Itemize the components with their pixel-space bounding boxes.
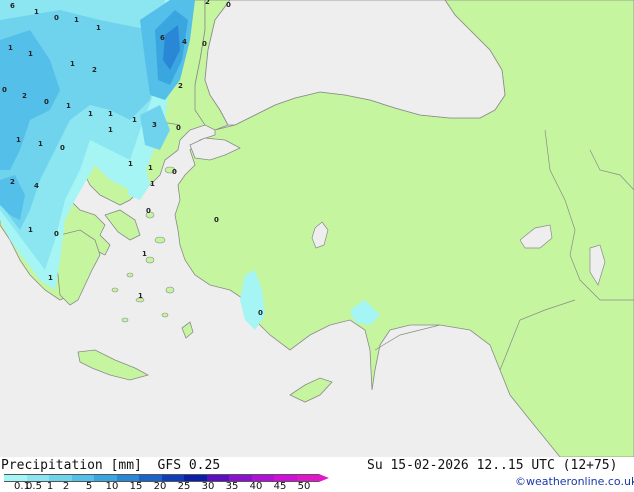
rain-label: 0: [172, 168, 177, 176]
rain-label: 1: [142, 250, 147, 258]
rain-label: 0: [202, 40, 207, 48]
legend-tick-label: 15: [129, 481, 143, 492]
rain-label: 3: [152, 121, 157, 129]
rain-label: 2: [92, 66, 97, 74]
rain-label: 0: [214, 216, 219, 224]
rain-label: 1: [48, 274, 53, 282]
valid-time: Su 15-02-2026 12..15 UTC (12+75): [367, 458, 618, 473]
rain-label: 0: [258, 309, 263, 317]
rain-label: 1: [96, 24, 101, 32]
rain-label: 2: [22, 92, 27, 100]
rain-label: 1: [34, 8, 39, 16]
rain-label: 0: [146, 207, 151, 215]
legend-tick-label: 40: [249, 481, 263, 492]
rain-label: 1: [74, 16, 79, 24]
rain-label: 0: [2, 86, 7, 94]
rain-label: 1: [108, 110, 113, 118]
legend-tick-label: 20: [153, 481, 167, 492]
credit-text: ©weatheronline.co.uk: [515, 475, 634, 488]
map-footer: Precipitation [mm] GFS 0.25 Su 15-02-202…: [0, 457, 634, 492]
rain-label: 0: [226, 1, 231, 9]
rain-label: 1: [150, 180, 155, 188]
precipitation-map: 6 1 0 1 1 1 1 1 2 0 2 0 1 1 1 1 3 0 2 1 …: [0, 0, 634, 457]
rain-label: 0: [176, 124, 181, 132]
legend-tick-label: 45: [273, 481, 287, 492]
rain-label: 0: [44, 98, 49, 106]
rain-label: 1: [148, 164, 153, 172]
rain-label: 1: [70, 60, 75, 68]
legend-tick-label: 2: [62, 481, 70, 492]
rain-label: 2: [205, 0, 210, 6]
legend-tick-label: 5: [85, 481, 93, 492]
rain-label: 6: [160, 34, 165, 42]
rain-label: 1: [28, 226, 33, 234]
rain-label: 0: [60, 144, 65, 152]
rain-label: 0: [54, 230, 59, 238]
legend-tick-label: 35: [225, 481, 239, 492]
rain-label: 1: [108, 126, 113, 134]
legend-tick-label: 25: [177, 481, 191, 492]
rain-label: 1: [132, 116, 137, 124]
rain-label: 1: [8, 44, 13, 52]
legend-tick-label: 1: [46, 481, 54, 492]
rain-label: 1: [88, 110, 93, 118]
legend-tick-label: 0.5: [26, 481, 42, 492]
rain-label: 2: [10, 178, 15, 186]
rain-label: 1: [28, 50, 33, 58]
rain-label: 1: [128, 160, 133, 168]
rain-label: 1: [138, 292, 143, 300]
rain-label: 4: [182, 38, 187, 46]
rain-label: 0: [54, 14, 59, 22]
legend-tick-label: 30: [201, 481, 215, 492]
rain-label: 6: [10, 2, 15, 10]
rain-label: 2: [178, 82, 183, 90]
legend-tick-label: 10: [105, 481, 119, 492]
rain-label: 1: [66, 102, 71, 110]
legend-tick-label: 50: [297, 481, 311, 492]
product-title: Precipitation [mm] GFS 0.25: [1, 458, 221, 473]
rain-label: 1: [38, 140, 43, 148]
rain-label: 1: [16, 136, 21, 144]
rain-label: 4: [34, 182, 39, 190]
